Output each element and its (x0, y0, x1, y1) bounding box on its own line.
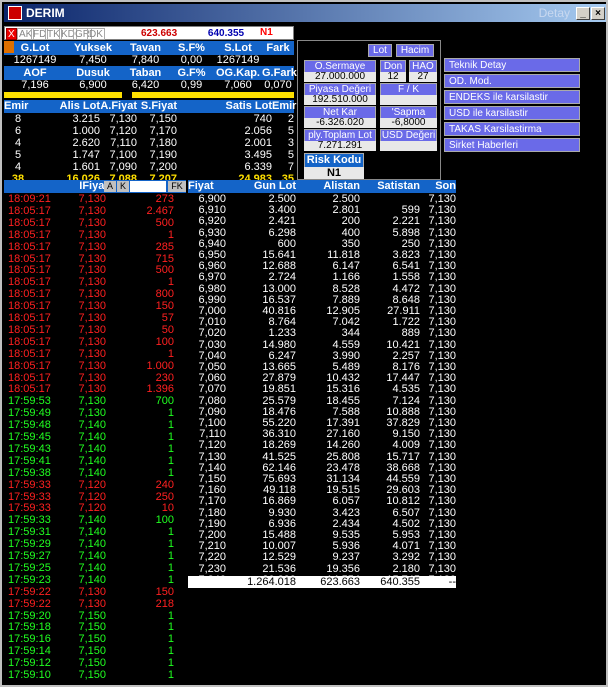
price-table-total: 623.663 (320, 576, 360, 588)
right-button-4[interactable]: TAKAS Karsilastirma (444, 122, 580, 136)
fk-value (380, 95, 437, 105)
trades-filter-input[interactable] (130, 181, 166, 192)
summary-v2-4: 7,060 (224, 79, 252, 91)
trade-time: 17:59:10 (8, 669, 51, 681)
price-table-header-3[interactable]: Satistan (360, 180, 420, 192)
price-table-total: -- (448, 576, 456, 588)
toolbar-button-x[interactable]: X (6, 28, 17, 40)
summary-h1-2: Tavan (130, 42, 161, 54)
depth-header-4: Satis Lot (225, 100, 272, 112)
hao-value: 27 (409, 72, 437, 82)
right-button-2[interactable]: ENDEKS ile karsilastir (444, 90, 580, 104)
close-icon[interactable]: × (591, 7, 605, 20)
price-table-header-1[interactable]: Gun Lot (230, 180, 296, 192)
summary-h1-3: S.F% (178, 42, 205, 54)
summary-h2-0: AOF (23, 67, 47, 79)
right-button-3[interactable]: USD ile karsilastir (444, 106, 580, 120)
depth-header-1: Alis Lot (59, 100, 100, 112)
price-table-total: 640.355 (380, 576, 420, 588)
depth-header-0: Emir (4, 100, 29, 112)
n1-label[interactable]: N1 (260, 27, 273, 38)
summary-h2-5: G.Fark (262, 67, 297, 79)
price-red: 623.663 (141, 28, 178, 39)
summary-v1-2: 7,840 (131, 54, 160, 66)
detay-label: Detay (538, 6, 570, 20)
trades-header-fk[interactable]: FK (168, 181, 186, 192)
toolbar-button-dk[interactable]: DK (87, 28, 105, 40)
toolbar: 623.663 640.355 N1 X AK FD TK KD GR DK (4, 26, 294, 40)
main-window: DERIM Detay _ × 623.663 640.355 N1 X AK FD… (0, 0, 608, 687)
trade-price: 7,150 (78, 669, 106, 681)
minimize-icon[interactable]: _ (576, 7, 590, 20)
trades-header-ifiyat[interactable]: IFiyat (72, 180, 108, 192)
info-panel: Lot Hacim O.Sermaye 27.000.000 Don 12 HA… (297, 40, 441, 180)
summary-v2-1: 6,900 (79, 79, 107, 91)
summary-v1-1: 7,450 (79, 54, 107, 66)
net-kar-value: -6.326.020 (304, 118, 376, 128)
summary-v1-3: 0,00 (180, 54, 203, 66)
price-table-header-4[interactable]: Son (420, 180, 456, 192)
range-bar (4, 92, 294, 98)
trades-header-k[interactable]: K (117, 181, 129, 192)
summary-h1-5: Fark (266, 42, 290, 54)
summary-v2-2: 6,420 (131, 79, 160, 91)
ply-toplam-lot-value: 7.271.291 (304, 141, 376, 151)
trade-lot: 1 (167, 669, 174, 681)
price-table-total: 1.264.018 (247, 576, 296, 588)
summary-h1-1: Yuksek (74, 42, 112, 54)
lot-button[interactable]: Lot (368, 44, 392, 57)
price-blue: 640.355 (207, 28, 245, 39)
hacim-button[interactable]: Hacim (396, 44, 434, 57)
summary-h2-4: OG.Kap. (215, 67, 260, 79)
piyasa-degeri-value: 192.510.000 (304, 95, 376, 105)
summary-h1-4: S.Lot (224, 42, 252, 54)
summary-v2-0: 7,196 (21, 79, 49, 91)
depth-header-3: S.Fiyat (140, 100, 177, 112)
don-value: 12 (380, 72, 406, 82)
range-bar-marker (122, 92, 132, 98)
summary-h2-2: Taban (129, 67, 162, 79)
summary-v2-3: 0,99 (180, 79, 203, 91)
depth-header-2: A.Fiyat (100, 100, 137, 112)
usd-degeri-value (380, 141, 437, 151)
app-icon (8, 6, 22, 20)
price-table-header-0[interactable]: Fiyat (188, 180, 226, 192)
depth-header-5: Emir (272, 100, 297, 112)
o-sermaye-value: 27.000.000 (304, 72, 376, 82)
right-button-5[interactable]: Sirket Haberleri (444, 138, 580, 152)
summary-h2-1: Dusuk (76, 67, 110, 79)
right-button-1[interactable]: OD. Mod. (444, 74, 580, 88)
summary-h2-3: G.F% (177, 67, 206, 79)
risk-kodu-value: N1 (304, 167, 364, 179)
summary-v1-4: 1267149 (216, 54, 260, 66)
sapma-value: -6,8000 (380, 118, 437, 128)
right-button-0[interactable]: Teknik Detay (444, 58, 580, 72)
summary-v1-0: 1267149 (13, 54, 57, 66)
risk-kodu-label: Risk Kodu (304, 153, 364, 168)
trades-header-a[interactable]: A (104, 181, 116, 192)
window-title: DERIM (26, 6, 65, 20)
summary-v2-5: 0,070 (264, 79, 292, 91)
summary-h1-0: G.Lot (20, 42, 50, 54)
price-table-header-2[interactable]: Alistan (296, 180, 360, 192)
title-bar: DERIM Detay _ × (4, 4, 606, 22)
